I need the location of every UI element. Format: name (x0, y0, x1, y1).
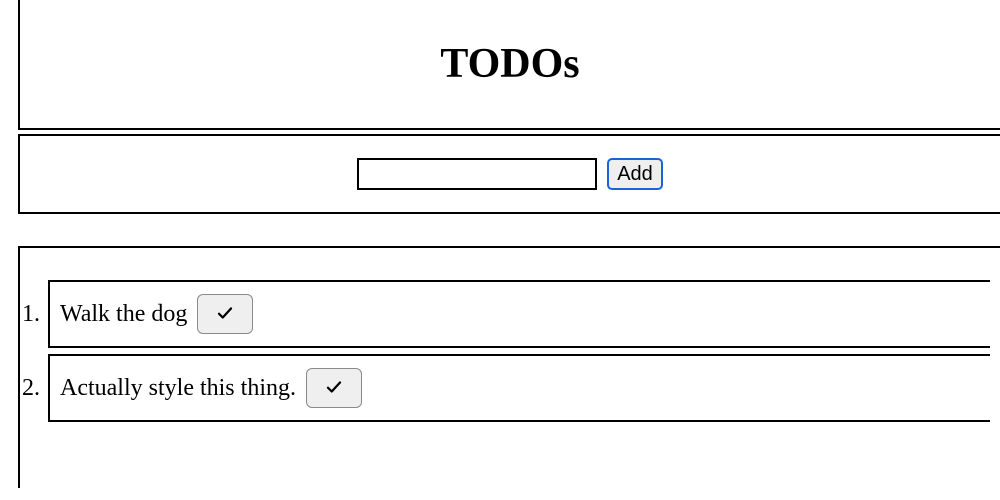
check-icon (216, 304, 234, 325)
complete-button[interactable] (306, 368, 362, 408)
item-number: 2. (20, 354, 48, 422)
item-text: Walk the dog (60, 301, 187, 328)
todo-list: 1. Walk the dog 2. Actually style this t… (18, 246, 1000, 488)
check-icon (325, 378, 343, 399)
item-content: Actually style this thing. (48, 354, 990, 422)
add-form: Add (18, 134, 1000, 214)
item-text: Actually style this thing. (60, 375, 296, 402)
add-button[interactable]: Add (607, 158, 663, 190)
list-item: 1. Walk the dog (20, 280, 990, 348)
new-todo-input[interactable] (357, 158, 597, 190)
list-item: 2. Actually style this thing. (20, 354, 990, 422)
item-content: Walk the dog (48, 280, 990, 348)
page-title: TODOs (20, 40, 1000, 88)
item-number: 1. (20, 280, 48, 348)
header-section: TODOs (18, 0, 1000, 130)
complete-button[interactable] (197, 294, 253, 334)
